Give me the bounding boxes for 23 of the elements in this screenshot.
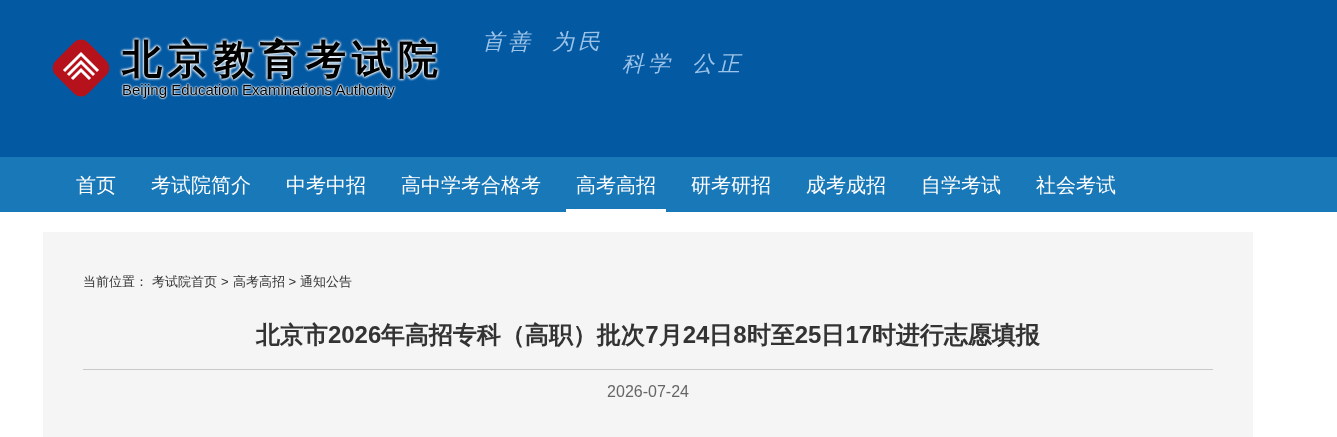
slogan-text: 科学 [622, 50, 674, 78]
nav-tab[interactable]: 高考高招 [566, 157, 666, 212]
breadcrumb-label: 当前位置： [83, 273, 148, 291]
nav-tab[interactable]: 考试院简介 [141, 157, 261, 212]
nav-tab[interactable]: 自学考试 [911, 157, 1011, 212]
logo-title: 北京教育考试院 [122, 37, 444, 81]
nav-tab[interactable]: 成考成招 [796, 157, 896, 212]
breadcrumb-separator: > [288, 273, 297, 291]
breadcrumb-separator: > [221, 273, 229, 291]
nav-tab[interactable]: 高中学考合格考 [391, 157, 551, 212]
breadcrumb-link[interactable]: 考试院首页 [152, 272, 217, 292]
nav-tab[interactable]: 首页 [66, 157, 126, 212]
nav-tab[interactable]: 研考研招 [681, 157, 781, 212]
nav-tab[interactable]: 社会考试 [1026, 157, 1126, 212]
breadcrumb-link[interactable]: 通知公告 [300, 272, 353, 292]
logo-subtitle: Beijing Education Examinations Authority [122, 81, 396, 99]
slogan-text: 首善 [482, 28, 534, 56]
article-title: 北京市2026年高招专科（高职）批次7月24日8时至25日17时进行志愿填报 [254, 319, 1042, 350]
nav-tab[interactable]: 中考中招 [276, 157, 376, 212]
slogan-text: 为民 [552, 28, 604, 56]
slogan-text: 公正 [692, 50, 744, 78]
breadcrumb-link[interactable]: 高考高招 [232, 272, 285, 292]
article-date: 2026-07-24 [607, 382, 689, 400]
